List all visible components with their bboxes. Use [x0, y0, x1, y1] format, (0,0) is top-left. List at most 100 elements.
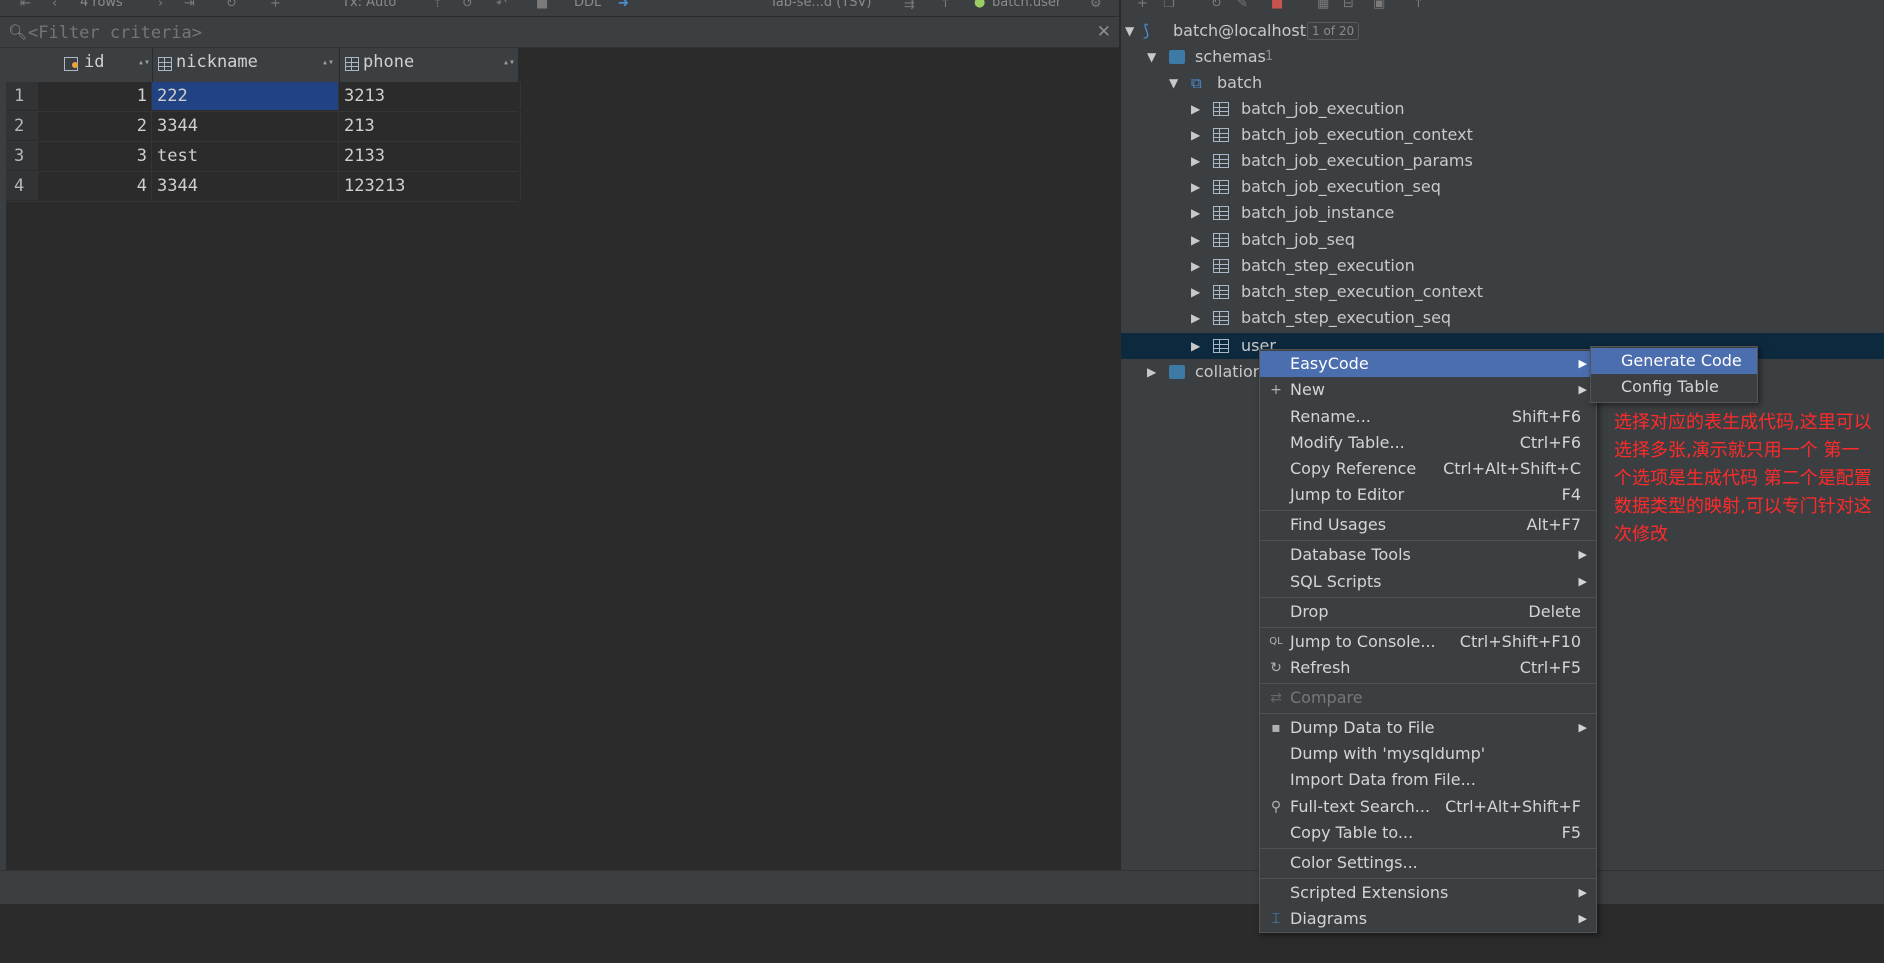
undo-icon[interactable]: ↶: [496, 0, 507, 11]
menu-item-easycode[interactable]: EasyCode ▶: [1260, 351, 1596, 377]
cell-nickname[interactable]: test: [152, 142, 339, 170]
menu-item-sql-scripts[interactable]: SQL Scripts ▶: [1260, 569, 1596, 595]
menu-item-full-text-search[interactable]: ⚲ Full-text Search... Ctrl+Alt+Shift+F: [1260, 794, 1596, 820]
expand-arrow-icon[interactable]: ▼: [1147, 44, 1156, 70]
stop-icon[interactable]: ■: [1271, 0, 1283, 11]
stop-icon[interactable]: ■: [536, 0, 548, 11]
navigate-icon[interactable]: ➜: [618, 0, 629, 11]
filter-input[interactable]: [28, 22, 1068, 44]
menu-item-drop[interactable]: Drop Delete: [1260, 599, 1596, 625]
tree-table[interactable]: ▶ batch_job_execution_params: [1121, 148, 1884, 174]
menu-item-diagrams[interactable]: ⌶ Diagrams ▶: [1260, 906, 1596, 932]
copy-icon[interactable]: ❐: [1163, 0, 1175, 11]
tree-table[interactable]: ▶ batch_job_execution: [1121, 96, 1884, 122]
cell-id[interactable]: 1: [38, 82, 152, 110]
collapse-arrow-icon[interactable]: ▶: [1191, 200, 1200, 226]
table-row[interactable]: 3 3 test 2133: [6, 142, 521, 172]
collapse-arrow-icon[interactable]: ▶: [1191, 253, 1200, 279]
tree-table[interactable]: ▶ batch_job_execution_seq: [1121, 174, 1884, 200]
tree-table[interactable]: ▶ batch_step_execution_context: [1121, 279, 1884, 305]
menu-item-find-usages[interactable]: Find Usages Alt+F7: [1260, 512, 1596, 538]
console-icon[interactable]: ⊟: [1343, 0, 1354, 11]
refresh-icon[interactable]: ↻: [1211, 0, 1222, 11]
cell-id[interactable]: 4: [38, 172, 152, 200]
tx-mode[interactable]: Tx: Auto: [342, 0, 396, 10]
table-row[interactable]: 1 1 222 3213: [6, 82, 521, 112]
cell-phone[interactable]: 123213: [339, 172, 521, 200]
pin-icon[interactable]: ↑: [1413, 0, 1424, 11]
collapse-arrow-icon[interactable]: ▶: [1191, 96, 1200, 122]
collapse-arrow-icon[interactable]: ▶: [1191, 305, 1200, 331]
menu-item-dump-data-to-file[interactable]: ▪ Dump Data to File ▶: [1260, 715, 1596, 741]
ddl-button[interactable]: DDL: [574, 0, 601, 10]
expand-arrow-icon[interactable]: ▼: [1169, 70, 1178, 96]
menu-item-copy-reference[interactable]: Copy Reference Ctrl+Alt+Shift+C: [1260, 456, 1596, 482]
collapse-arrow-icon[interactable]: ▶: [1147, 359, 1156, 385]
cell-phone[interactable]: 213: [339, 112, 521, 140]
prev-page-icon[interactable]: ‹: [52, 0, 57, 11]
column-header-phone[interactable]: phone ▴▾: [339, 48, 522, 82]
sort-icon[interactable]: ▴▾: [138, 57, 150, 68]
menu-item-color-settings[interactable]: Color Settings...: [1260, 850, 1596, 876]
cell-id[interactable]: 2: [38, 112, 152, 140]
menu-item-refresh[interactable]: ↻ Refresh Ctrl+F5: [1260, 655, 1596, 681]
cell-nickname[interactable]: 3344: [152, 112, 339, 140]
cell-id[interactable]: 3: [38, 142, 152, 170]
menu-item-config-table[interactable]: Config Table: [1591, 374, 1757, 400]
settings-icon[interactable]: ⚙: [1090, 0, 1102, 11]
tree-table[interactable]: ▶ batch_job_instance: [1121, 200, 1884, 226]
export-icon[interactable]: ⇶: [904, 0, 915, 11]
cell-phone[interactable]: 2133: [339, 142, 521, 170]
table-row[interactable]: 2 2 3344 213: [6, 112, 521, 142]
commit-icon[interactable]: ⇡: [432, 0, 443, 11]
menu-item-import-data-from-file[interactable]: Import Data from File...: [1260, 767, 1596, 793]
menu-item-rename[interactable]: Rename... Shift+F6: [1260, 404, 1596, 430]
rollback-icon[interactable]: ↺: [462, 0, 473, 11]
collapse-arrow-icon[interactable]: ▶: [1191, 174, 1200, 200]
export-format[interactable]: Tab-se...d (TSV): [770, 0, 871, 10]
sort-icon[interactable]: ▴▾: [322, 57, 334, 68]
menu-item-scripted-extensions[interactable]: Scripted Extensions ▶: [1260, 880, 1596, 906]
cell-nickname[interactable]: 222: [152, 82, 339, 110]
tree-schemas[interactable]: ▼ schemas 1: [1121, 44, 1884, 70]
next-page-icon[interactable]: ›: [158, 0, 163, 11]
tree-table[interactable]: ▶ batch_job_execution_context: [1121, 122, 1884, 148]
collapse-arrow-icon[interactable]: ▶: [1191, 122, 1200, 148]
table-row[interactable]: 4 4 3344 123213: [6, 172, 521, 202]
menu-item-dump-with-mysqldump[interactable]: Dump with 'mysqldump': [1260, 741, 1596, 767]
column-header-nickname[interactable]: nickname ▴▾: [152, 48, 340, 82]
cell-nickname[interactable]: 3344: [152, 172, 339, 200]
menu-item-copy-table-to[interactable]: Copy Table to... F5: [1260, 820, 1596, 846]
rows-count[interactable]: 4 rows: [80, 0, 123, 10]
table-icon[interactable]: ▦: [1317, 0, 1329, 11]
tree-table[interactable]: ▶ batch_job_seq: [1121, 227, 1884, 253]
reload-icon[interactable]: ↻: [226, 0, 237, 11]
collapse-arrow-icon[interactable]: ▶: [1191, 279, 1200, 305]
collapse-arrow-icon[interactable]: ▶: [1191, 333, 1200, 359]
menu-item-jump-to-editor[interactable]: Jump to Editor F4: [1260, 482, 1596, 508]
search-icon[interactable]: 🔍︎: [8, 23, 27, 41]
tree-table[interactable]: ▶ batch_step_execution_seq: [1121, 305, 1884, 331]
row-number[interactable]: 2: [6, 112, 38, 140]
add-row-icon[interactable]: +: [270, 0, 281, 11]
tree-table[interactable]: ▶ batch_step_execution: [1121, 253, 1884, 279]
diagram-icon[interactable]: ▣: [1373, 0, 1385, 11]
collapse-arrow-icon[interactable]: ▶: [1191, 148, 1200, 174]
close-icon[interactable]: ✕: [1097, 22, 1111, 42]
target-table[interactable]: batch.user: [992, 0, 1061, 10]
edit-icon[interactable]: ✎: [1237, 0, 1248, 11]
collapse-arrow-icon[interactable]: ▶: [1191, 227, 1200, 253]
sort-icon[interactable]: ▴▾: [503, 57, 515, 68]
expand-arrow-icon[interactable]: ▼: [1125, 18, 1134, 44]
pin-icon[interactable]: ↑: [940, 0, 951, 11]
menu-item-new[interactable]: + New ▶: [1260, 377, 1596, 403]
menu-item-jump-to-console[interactable]: QL Jump to Console... Ctrl+Shift+F10: [1260, 629, 1596, 655]
menu-item-modify-table[interactable]: Modify Table... Ctrl+F6: [1260, 430, 1596, 456]
last-page-icon[interactable]: ⇥: [184, 0, 195, 11]
tree-schema-batch[interactable]: ▼ ⧉ batch: [1121, 70, 1884, 96]
column-header-id[interactable]: id ▴▾: [38, 48, 153, 82]
add-datasource-icon[interactable]: +: [1137, 0, 1148, 11]
menu-item-database-tools[interactable]: Database Tools ▶: [1260, 542, 1596, 568]
cell-phone[interactable]: 3213: [339, 82, 521, 110]
row-number[interactable]: 3: [6, 142, 38, 170]
